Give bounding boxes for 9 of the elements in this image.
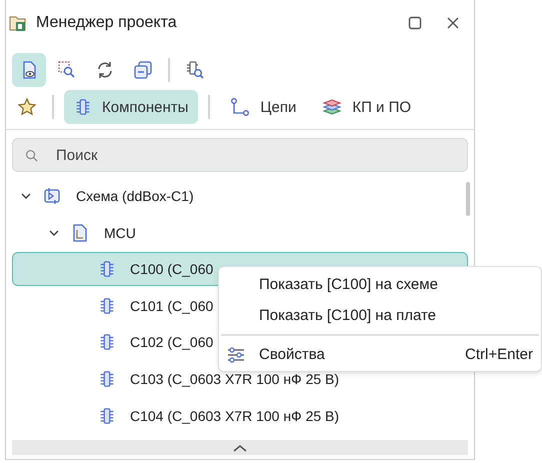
tree-label: Схема (ddBox-C1) bbox=[76, 188, 194, 204]
tree-label: C102 (C_060 bbox=[130, 334, 214, 350]
tree-label: C101 (C_060 bbox=[130, 298, 214, 314]
shortcut-label: Ctrl+Enter bbox=[465, 346, 533, 363]
tree-label: C100 (C_060 bbox=[130, 261, 214, 278]
tree-label: MCU bbox=[104, 224, 136, 241]
window-title: Менеджер проекта bbox=[36, 14, 177, 32]
tree-label: C103 (C_0603 X7R 100 нФ 25 В) bbox=[130, 370, 340, 387]
tree-label: C104 (C_0603 X7R 100 нФ 25 В) bbox=[130, 408, 340, 424]
